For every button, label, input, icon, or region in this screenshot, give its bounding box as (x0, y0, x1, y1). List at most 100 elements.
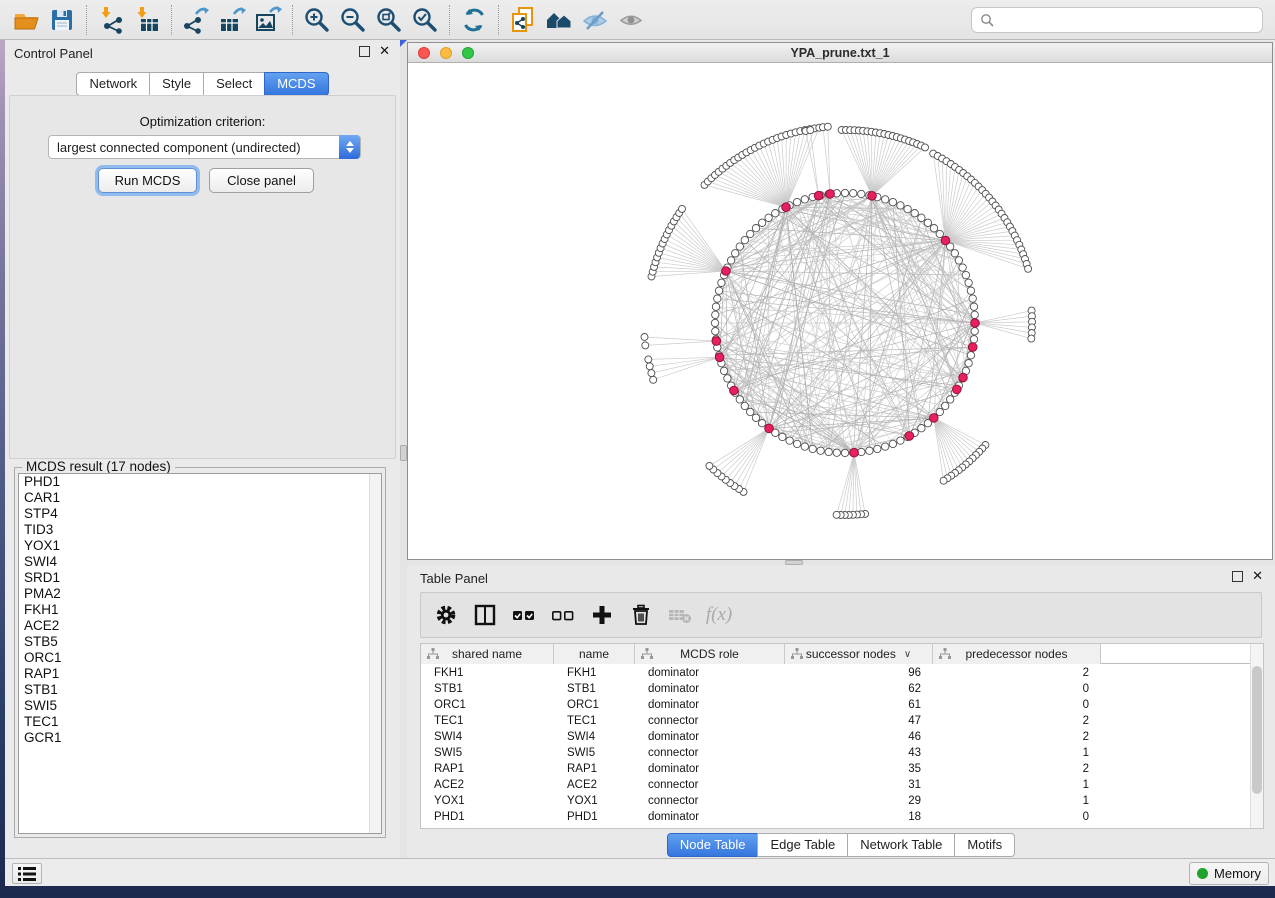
show-selected-button[interactable] (613, 4, 649, 36)
criterion-select[interactable]: largest connected component (undirected) (48, 135, 361, 159)
ring-node[interactable] (741, 236, 748, 243)
ring-node[interactable] (765, 214, 772, 221)
ring-node[interactable] (758, 420, 765, 427)
table-settings-button[interactable] (431, 600, 461, 630)
ring-node[interactable] (809, 445, 816, 452)
add-column-button[interactable] (587, 600, 617, 630)
leaf-node[interactable] (922, 144, 929, 151)
tab-mcds[interactable]: MCDS (264, 72, 328, 96)
mcds-hub-node[interactable] (730, 386, 739, 395)
ring-node[interactable] (718, 279, 725, 286)
mcds-result-item[interactable]: GCR1 (19, 730, 381, 746)
import-network-button[interactable] (93, 4, 129, 36)
mcds-result-list[interactable]: PHD1CAR1STP4TID3YOX1SWI4SRD1PMA2FKH1ACE2… (18, 473, 382, 834)
ring-node[interactable] (918, 214, 925, 221)
mcds-result-item[interactable]: ORC1 (19, 650, 381, 666)
ring-node[interactable] (889, 440, 896, 447)
leaf-node[interactable] (940, 477, 947, 484)
table-row[interactable]: ACE2ACE2connector311 (421, 777, 1263, 793)
mcds-result-item[interactable]: CAR1 (19, 490, 381, 506)
close-panel-button[interactable]: Close panel (209, 168, 314, 193)
ring-node[interactable] (965, 279, 972, 286)
ring-node[interactable] (971, 328, 978, 335)
mcds-result-item[interactable]: STB1 (19, 682, 381, 698)
ring-node[interactable] (947, 396, 954, 403)
ring-node[interactable] (882, 196, 889, 203)
mcds-result-item[interactable]: SWI5 (19, 698, 381, 714)
tab-style[interactable]: Style (149, 72, 204, 96)
mcds-result-item[interactable]: SRD1 (19, 570, 381, 586)
ring-node[interactable] (736, 243, 743, 250)
ring-node[interactable] (741, 402, 748, 409)
mcds-result-item[interactable]: RAP1 (19, 666, 381, 682)
leaf-node[interactable] (646, 363, 653, 370)
ring-node[interactable] (866, 447, 873, 454)
ring-node[interactable] (793, 198, 800, 205)
column-header-mcds-role[interactable]: MCDS role (635, 644, 785, 664)
tab-network[interactable]: Network (76, 72, 150, 96)
ring-node[interactable] (732, 250, 739, 257)
ring-node[interactable] (962, 271, 969, 278)
ring-node[interactable] (715, 287, 722, 294)
ring-node[interactable] (955, 257, 962, 264)
ring-node[interactable] (924, 219, 931, 226)
task-history-button[interactable] (12, 863, 42, 884)
ring-node[interactable] (752, 414, 759, 421)
mcds-result-item[interactable]: YOX1 (19, 538, 381, 554)
mcds-hub-node[interactable] (712, 337, 721, 346)
import-table-button[interactable] (129, 4, 165, 36)
table-row[interactable]: STB1STB1dominator620 (421, 681, 1263, 697)
mcds-result-item[interactable]: TID3 (19, 522, 381, 538)
leaf-node[interactable] (648, 370, 655, 377)
tab-node-table[interactable]: Node Table (667, 833, 759, 857)
ring-node[interactable] (712, 303, 719, 310)
function-builder-button[interactable]: f(x) (704, 600, 734, 630)
mcds-hub-node[interactable] (814, 191, 823, 200)
mcds-list-scrollbar[interactable] (369, 474, 381, 833)
zoom-in-button[interactable] (299, 4, 335, 36)
table-row[interactable]: FKH1FKH1dominator962 (421, 665, 1263, 681)
ring-node[interactable] (711, 319, 718, 326)
ring-node[interactable] (841, 449, 848, 456)
ring-node[interactable] (951, 250, 958, 257)
network-canvas[interactable] (408, 63, 1272, 559)
leaf-node[interactable] (1025, 265, 1032, 272)
ring-node[interactable] (772, 210, 779, 217)
ring-node[interactable] (969, 295, 976, 302)
close-panel-icon[interactable]: ✕ (379, 44, 390, 58)
network-window-titlebar[interactable]: YPA_prune.txt_1 (408, 43, 1272, 63)
ring-node[interactable] (779, 433, 786, 440)
ring-node[interactable] (720, 367, 727, 374)
ring-node[interactable] (918, 425, 925, 432)
mcds-hub-node[interactable] (722, 267, 731, 276)
mcds-hub-node[interactable] (868, 192, 877, 201)
mcds-result-item[interactable]: TEC1 (19, 714, 381, 730)
save-button[interactable] (44, 4, 80, 36)
zoom-out-button[interactable] (335, 4, 371, 36)
mcds-result-item[interactable]: FKH1 (19, 602, 381, 618)
ring-node[interactable] (959, 264, 966, 271)
leaf-node[interactable] (645, 356, 652, 363)
export-table-button[interactable] (214, 4, 250, 36)
ring-node[interactable] (714, 295, 721, 302)
mcds-result-item[interactable]: ACE2 (19, 618, 381, 634)
ring-node[interactable] (942, 402, 949, 409)
ring-node[interactable] (747, 230, 754, 237)
network-graph[interactable] (408, 63, 1272, 559)
mcds-hub-node[interactable] (959, 373, 968, 382)
ring-node[interactable] (850, 190, 857, 197)
mcds-hub-node[interactable] (715, 353, 724, 362)
duplicate-network-button[interactable] (505, 4, 541, 36)
mcds-hub-node[interactable] (765, 424, 774, 433)
ring-node[interactable] (833, 449, 840, 456)
table-row[interactable]: SWI4SWI4dominator462 (421, 729, 1263, 745)
ring-node[interactable] (801, 196, 808, 203)
ring-node[interactable] (712, 311, 719, 318)
ring-node[interactable] (967, 287, 974, 294)
ring-node[interactable] (897, 202, 904, 209)
export-image-button[interactable] (250, 4, 286, 36)
ring-node[interactable] (936, 230, 943, 237)
open-button[interactable] (8, 4, 44, 36)
float-window-icon[interactable] (359, 46, 370, 57)
column-header-shared-name[interactable]: shared name (421, 644, 554, 664)
